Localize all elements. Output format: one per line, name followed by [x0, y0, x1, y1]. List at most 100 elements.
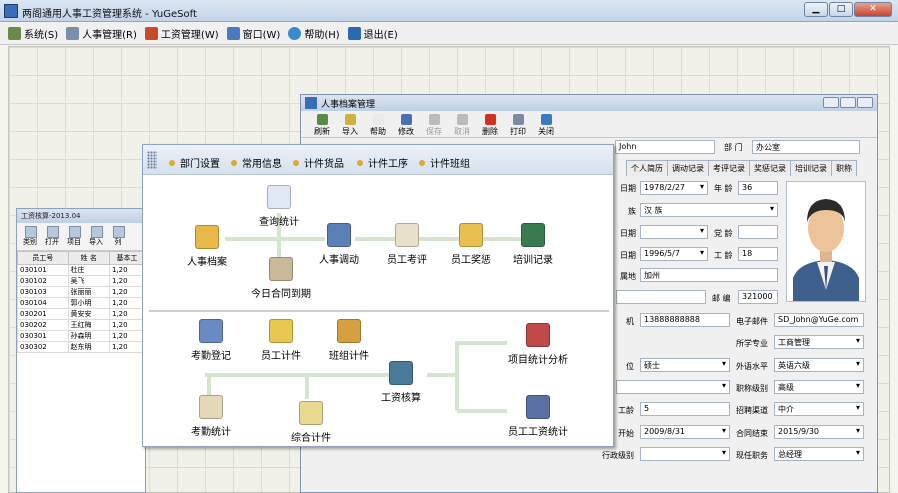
birth-date-field[interactable]: 1978/2/27: [640, 181, 708, 195]
app-title: 两阁通用人事工资管理系统 - YuGeSoft: [22, 9, 197, 20]
link-combined-piece[interactable]: 综合计件: [271, 401, 351, 444]
link-training[interactable]: 培训记录: [493, 223, 573, 266]
menu-help[interactable]: 帮助(H): [288, 26, 340, 41]
seniority-label: 工 龄: [714, 251, 733, 260]
tab-resume[interactable]: 个人简历: [626, 160, 668, 176]
table-row[interactable]: 030104 郭小明 1,20: [17, 297, 146, 309]
grip-icon[interactable]: [147, 151, 157, 169]
minimize-button[interactable]: ▁: [804, 2, 828, 17]
position-field[interactable]: 总经理: [774, 447, 864, 461]
col-header[interactable]: 员工号: [17, 251, 69, 265]
nation-field[interactable]: 汉 族: [640, 203, 778, 217]
nav-tab-process[interactable]: 计件工序: [357, 155, 408, 170]
link-team-piece[interactable]: 班组计件: [309, 319, 389, 362]
link-attendance[interactable]: 考勤登记: [171, 319, 251, 362]
evaluation-icon: [395, 223, 419, 247]
nav-tab-dept[interactable]: 部门设置: [169, 155, 220, 170]
origin-label: 属地: [620, 272, 636, 281]
table-row[interactable]: 030302 赵东明 1,20: [17, 341, 146, 353]
nav-tab-team[interactable]: 计件班组: [419, 155, 470, 170]
seniority-field[interactable]: 18: [738, 247, 778, 261]
tab-transfer[interactable]: 调动记录: [667, 160, 709, 176]
contract-start-field[interactable]: 2009/8/31: [640, 425, 730, 439]
salary-table: 员工号 姓 名 基本工 030101 杜庄 1,20 030102 吴飞 1,20 03…: [17, 251, 146, 353]
salary-import-button[interactable]: 导入: [87, 225, 105, 248]
link-query[interactable]: 查询统计: [239, 185, 319, 228]
table-row[interactable]: 030103 张丽丽 1,20: [17, 286, 146, 298]
col-header[interactable]: 基本工: [108, 251, 146, 265]
party-age-field[interactable]: [738, 225, 778, 239]
dept-field[interactable]: 办公室: [752, 140, 860, 154]
salary-columns-button[interactable]: 列: [109, 225, 127, 248]
delete-button[interactable]: 删除: [479, 112, 501, 137]
link-attendance-stats[interactable]: 考勤统计: [171, 395, 251, 438]
training-icon: [521, 223, 545, 247]
party-age-label: 党 龄: [714, 229, 733, 238]
address-field[interactable]: [616, 290, 706, 304]
window-controls: ▁ □ ✕: [804, 2, 892, 17]
recruit-field[interactable]: 中介: [774, 402, 864, 416]
origin-field[interactable]: 加州: [640, 268, 778, 282]
cancel-button[interactable]: 取消: [451, 112, 473, 137]
age-field[interactable]: 36: [738, 181, 778, 195]
edit-button[interactable]: 修改: [395, 112, 417, 137]
menu-personnel[interactable]: 人事管理(R): [66, 26, 137, 41]
nav-tab-goods[interactable]: 计件货品: [293, 155, 344, 170]
salary-window[interactable]: 工资核算-2013.04 类别 打开 项目 导入 列 员工号 姓 名 基本工 0…: [16, 208, 146, 493]
personnel-icon: [66, 27, 80, 40]
table-row[interactable]: 030201 黄安安 1,20: [17, 308, 146, 320]
employee-portrait: [787, 182, 865, 301]
menu-salary[interactable]: 工资管理(W): [144, 26, 219, 41]
team-piece-icon: [337, 319, 361, 343]
mobile-field[interactable]: 13888888888: [640, 313, 730, 327]
pw-close-button[interactable]: [857, 97, 873, 108]
table-row[interactable]: 030301 孙森明 1,20: [17, 330, 146, 342]
link-project-stats[interactable]: 项目统计分析: [493, 323, 583, 366]
menu-exit[interactable]: 退出(E): [347, 26, 398, 41]
tab-title[interactable]: 职称: [831, 160, 857, 176]
help-button[interactable]: 帮助: [367, 112, 389, 137]
contract-end-field[interactable]: 2015/9/30: [774, 425, 864, 439]
link-payroll[interactable]: 工资核算: [361, 361, 441, 404]
title-level-field[interactable]: 高级: [774, 380, 864, 394]
tab-training[interactable]: 培训记录: [790, 160, 832, 176]
pw-restore-button[interactable]: [840, 97, 856, 108]
col-header[interactable]: 姓 名: [67, 251, 110, 265]
menu-system[interactable]: 系统(S): [8, 26, 58, 41]
major-field[interactable]: 工商管理: [774, 335, 864, 349]
email-field[interactable]: SD_John@YuGe.com: [774, 313, 864, 327]
tab-evaluation[interactable]: 考评记录: [708, 160, 750, 176]
zip-field[interactable]: 321000: [738, 290, 778, 304]
tab-reward[interactable]: 奖惩记录: [749, 160, 791, 176]
close-window-button[interactable]: 关闭: [535, 112, 557, 137]
pw-minimize-button[interactable]: [823, 97, 839, 108]
company-age-field[interactable]: 5: [640, 402, 730, 416]
nav-tab-common[interactable]: 常用信息: [231, 155, 282, 170]
salary-open-button[interactable]: 打开: [43, 225, 61, 248]
work-date-field[interactable]: 1996/5/7: [640, 247, 708, 261]
import-button[interactable]: 导入: [339, 112, 361, 137]
admin-level-field[interactable]: [640, 447, 730, 461]
table-row[interactable]: 030101 杜庄 1,20: [17, 264, 146, 276]
window-icon: [226, 27, 240, 40]
table-row[interactable]: 030202 王红梅 1,20: [17, 319, 146, 331]
degree-field[interactable]: 硕士: [640, 358, 730, 372]
salary-items-button[interactable]: 项目: [65, 225, 83, 248]
title-bar: 两阁通用人事工资管理系统 - YuGeSoft ▁ □ ✕: [0, 0, 898, 22]
salary-category-button[interactable]: 类别: [21, 225, 39, 248]
menu-bar: 系统(S) 人事管理(R) 工资管理(W) 窗口(W) 帮助(H) 退出(E): [0, 23, 898, 45]
language-field[interactable]: 英语六级: [774, 358, 864, 372]
close-button[interactable]: ✕: [854, 2, 892, 17]
join-date-field[interactable]: [640, 225, 708, 239]
refresh-button[interactable]: 刷新: [311, 112, 333, 137]
age-label: 年 龄: [714, 184, 733, 193]
link-salary-stats[interactable]: 员工工资统计: [493, 395, 583, 438]
restore-button[interactable]: □: [829, 2, 853, 17]
table-row[interactable]: 030102 吴飞 1,20: [17, 275, 146, 287]
payroll-icon: [389, 361, 413, 385]
print-button[interactable]: 打印: [507, 112, 529, 137]
misc-select[interactable]: [616, 380, 730, 394]
save-button[interactable]: 保存: [423, 112, 445, 137]
menu-window[interactable]: 窗口(W): [226, 26, 280, 41]
name-field[interactable]: John: [615, 140, 715, 154]
